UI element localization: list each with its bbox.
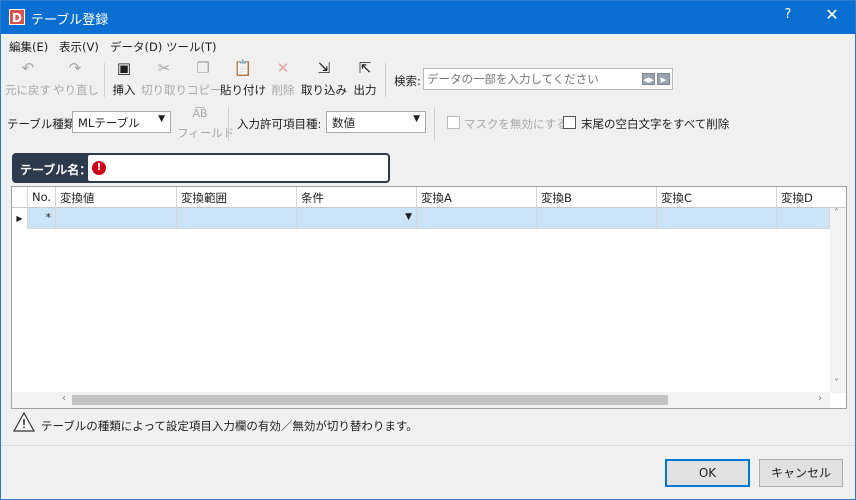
export-button[interactable]: ⇱ 出力 xyxy=(350,59,380,99)
cut-button[interactable]: ✂ 切り取り xyxy=(141,59,187,99)
chevron-down-icon[interactable]: ▼ xyxy=(405,212,412,222)
copy-label: コピー xyxy=(187,83,222,97)
status-message: テーブルの種類によって設定項目入力欄の有効／無効が切り替わります。 xyxy=(41,419,418,433)
table-row[interactable]: ▶ * ▼ xyxy=(12,208,846,229)
row-header-corner xyxy=(12,187,28,208)
delete-x-icon: ✕ xyxy=(276,59,290,77)
col-header-a[interactable]: 変換A xyxy=(417,187,537,208)
cell-condition[interactable]: ▼ xyxy=(297,208,417,229)
ok-button[interactable]: OK xyxy=(665,459,750,487)
field-icon: A͞B xyxy=(192,107,208,120)
menu-tools[interactable]: ツール(T) xyxy=(166,39,217,55)
scroll-up-icon[interactable]: ˄ xyxy=(834,208,839,219)
insert-button[interactable]: ▣ 挿入 xyxy=(109,59,139,99)
cell-c[interactable] xyxy=(657,208,777,229)
col-header-value[interactable]: 変換値 xyxy=(56,187,177,208)
copy-icon: ❐ xyxy=(196,59,210,77)
col-header-condition[interactable]: 条件 xyxy=(297,187,417,208)
toolbar-separator xyxy=(385,63,386,97)
redo-icon: ↷ xyxy=(68,59,82,77)
footer-divider xyxy=(1,445,855,446)
chevron-down-icon: ▼ xyxy=(158,114,165,124)
export-icon: ⇱ xyxy=(358,59,372,77)
scroll-right-icon[interactable]: › xyxy=(818,393,822,404)
input-allowed-value: 数値 xyxy=(332,116,355,130)
row-pointer-icon: ▶ xyxy=(12,208,28,229)
search-label: 検索: xyxy=(394,74,421,88)
cell-range[interactable] xyxy=(177,208,297,229)
grid-header: No. 変換値 変換範囲 条件 変換A 変換B 変換C 変換D xyxy=(12,187,846,208)
undo-icon: ↶ xyxy=(21,59,35,77)
mask-disable-label: マスクを無効にする xyxy=(464,117,568,131)
cell-d[interactable] xyxy=(777,208,830,229)
cell-b[interactable] xyxy=(537,208,657,229)
horizontal-scroll-thumb[interactable] xyxy=(72,395,668,405)
delete-button[interactable]: ✕ 削除 xyxy=(268,59,298,99)
title-bar: D テーブル登録 ? ✕ xyxy=(1,1,855,34)
cell-a[interactable] xyxy=(417,208,537,229)
table-type-label: テーブル種類: xyxy=(7,117,80,131)
copy-button[interactable]: ❐ コピー xyxy=(187,59,222,99)
import-icon: ⇲ xyxy=(317,59,331,77)
menu-data[interactable]: データ(D) xyxy=(110,39,162,55)
app-icon: D xyxy=(9,9,25,25)
col-header-b[interactable]: 変換B xyxy=(537,187,657,208)
vertical-scrollbar[interactable]: ˄ ˅ xyxy=(830,208,846,393)
redo-button[interactable]: ↷ やり直し xyxy=(53,59,99,99)
search-input[interactable] xyxy=(427,71,637,87)
col-header-no[interactable]: No. xyxy=(28,187,56,208)
insert-icon: ▣ xyxy=(116,59,132,77)
warning-icon xyxy=(13,412,35,432)
toolbar-separator xyxy=(228,107,229,141)
table-name-field: テーブル名： ! xyxy=(12,153,390,183)
cut-label: 切り取り xyxy=(141,83,187,97)
menu-view[interactable]: 表示(V) xyxy=(59,39,99,55)
search-box: ◀▶ ▶ xyxy=(423,68,673,90)
table-type-select[interactable]: MLテーブル ▼ xyxy=(72,111,171,133)
menu-edit[interactable]: 編集(E) xyxy=(9,39,48,55)
clipboard-icon: 📋 xyxy=(233,59,253,77)
error-icon: ! xyxy=(92,161,106,175)
insert-label: 挿入 xyxy=(112,83,136,97)
cancel-button[interactable]: キャンセル xyxy=(759,459,843,487)
cell-no[interactable]: * xyxy=(28,208,56,229)
import-button[interactable]: ⇲ 取り込み xyxy=(301,59,347,99)
horizontal-scrollbar[interactable]: ‹ › xyxy=(12,392,830,408)
toolbar-separator xyxy=(104,63,105,97)
delete-label: 削除 xyxy=(271,83,295,97)
scissors-icon: ✂ xyxy=(157,59,171,77)
data-grid[interactable]: No. 変換値 変換範囲 条件 変換A 変換B 変換C 変換D ▶ * ▼ ˄ … xyxy=(11,186,847,409)
undo-label: 元に戻す xyxy=(5,83,51,97)
trim-trailing-label: 末尾の空白文字をすべて削除 xyxy=(581,117,730,131)
search-next-icon[interactable]: ▶ xyxy=(657,73,670,85)
paste-button[interactable]: 📋 貼り付け xyxy=(220,59,266,99)
close-button[interactable]: ✕ xyxy=(817,5,847,29)
col-header-range[interactable]: 変換範囲 xyxy=(177,187,297,208)
paste-label: 貼り付け xyxy=(220,83,266,97)
redo-label: やり直し xyxy=(53,83,99,97)
help-button[interactable]: ? xyxy=(774,7,802,29)
toolbar-separator xyxy=(434,107,435,141)
mask-disable-checkbox[interactable] xyxy=(447,116,460,129)
scroll-down-icon[interactable]: ˅ xyxy=(834,378,839,389)
field-button[interactable]: A͞B フィールド xyxy=(177,105,235,145)
chevron-down-icon: ▼ xyxy=(413,114,420,124)
field-label: フィールド xyxy=(177,126,235,140)
table-name-label: テーブル名： xyxy=(20,163,92,177)
undo-button[interactable]: ↶ 元に戻す xyxy=(5,59,51,99)
import-label: 取り込み xyxy=(301,83,347,97)
input-allowed-label: 入力許可項目種: xyxy=(237,117,322,131)
table-type-value: MLテーブル xyxy=(78,116,140,130)
cell-value[interactable] xyxy=(56,208,177,229)
table-name-input[interactable]: ! xyxy=(88,155,388,181)
export-label: 出力 xyxy=(353,83,377,97)
input-allowed-select[interactable]: 数値 ▼ xyxy=(326,111,426,133)
search-prev-icon[interactable]: ◀▶ xyxy=(642,73,655,85)
trim-trailing-checkbox[interactable] xyxy=(563,116,576,129)
col-header-d[interactable]: 変換D xyxy=(777,187,830,208)
scroll-left-icon[interactable]: ‹ xyxy=(62,393,66,404)
dialog-window: D テーブル登録 ? ✕ 編集(E) 表示(V) データ(D) ツール(T) ↶… xyxy=(0,0,856,500)
window-title: テーブル登録 xyxy=(31,13,109,28)
col-header-c[interactable]: 変換C xyxy=(657,187,777,208)
